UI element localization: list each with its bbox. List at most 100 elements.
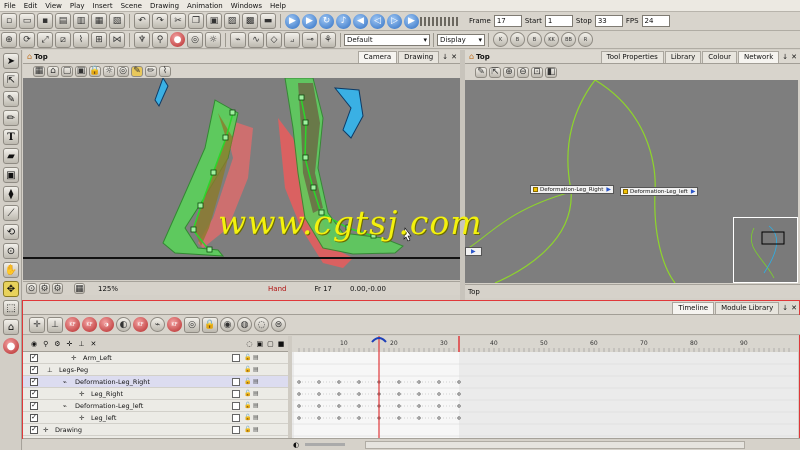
save-as-icon[interactable]: ▤ [55, 13, 71, 29]
layer-enable-checkbox[interactable]: ✓ [30, 425, 38, 434]
bend-icon[interactable]: ⟓ [284, 31, 300, 48]
collapse-icon[interactable]: ⊜ [271, 317, 286, 332]
menu-file[interactable]: File [0, 2, 20, 10]
motion-header-icon[interactable]: ⚙ [54, 340, 60, 348]
onion-icon[interactable]: ◎ [117, 65, 129, 77]
maintain-size-icon[interactable]: ⊞ [91, 31, 107, 48]
set-keyframe-icon[interactable]: KF [167, 317, 182, 332]
node-port-arrow-icon[interactable]: ▶ [606, 186, 611, 193]
layer-color-icon[interactable]: ▤ [253, 366, 259, 373]
menu-play[interactable]: Play [66, 2, 89, 10]
menu-drawing[interactable]: Drawing [146, 2, 183, 10]
lock-icon[interactable]: 🔓 [244, 426, 251, 433]
zoom-in-icon[interactable]: ⊕ [503, 66, 515, 78]
sound-icon[interactable]: ♪ [336, 13, 351, 29]
outline-header-icon[interactable]: ▢ [267, 340, 274, 348]
visibility-header-icon[interactable]: ◉ [31, 340, 37, 348]
redo-icon[interactable]: ↷ [152, 13, 168, 29]
link-header-icon[interactable]: ⚲ [43, 340, 48, 348]
deform-view-icon[interactable]: ⌇ [159, 65, 171, 77]
frame-view-icon[interactable]: ▦ [74, 283, 85, 294]
envelope-icon[interactable]: ◇ [266, 31, 282, 48]
library-icon[interactable]: ▧ [109, 13, 125, 29]
node-port-arrow-icon[interactable]: ▶ [471, 248, 476, 255]
stop-field[interactable]: 33 [594, 15, 623, 27]
layer-row[interactable]: ✓ ⌁ Deformation-Leg_Right 🔓 ▤ [23, 376, 288, 388]
ik-icon[interactable]: ⚲ [152, 31, 168, 48]
panel-splitter[interactable] [460, 50, 465, 300]
navigate-icon[interactable]: ⇱ [489, 66, 501, 78]
lock-header-icon[interactable]: ▣ [257, 340, 264, 348]
add-drawing-icon[interactable]: ✛ [29, 316, 45, 333]
lock-layer-icon[interactable]: 🔒 [202, 316, 218, 333]
export-icon[interactable]: ▦ [91, 13, 107, 29]
light-table-icon[interactable]: ☼ [205, 31, 221, 48]
reset-rotation-icon[interactable]: ⚙ [39, 283, 50, 294]
node-deformation-leg-right[interactable]: Deformation-Leg_Right ▶ [530, 185, 615, 194]
prev-frame-icon[interactable]: ◁ [370, 13, 385, 29]
paste-icon[interactable]: ▣ [206, 13, 222, 29]
play-selection-icon[interactable]: ▶ [302, 13, 317, 29]
skew-icon[interactable]: ⧄ [55, 31, 71, 48]
close-icon[interactable]: ✕ [451, 53, 457, 61]
layer-outline-checkbox[interactable] [232, 389, 240, 398]
pencil-preset-icon[interactable]: ✏ [145, 65, 157, 77]
spline-offset-icon[interactable]: ⌇ [73, 31, 89, 48]
speed-slider[interactable] [420, 15, 466, 27]
lock-icon[interactable]: 🔓 [244, 378, 251, 385]
peg-header-icon[interactable]: ⊥ [78, 340, 84, 348]
panel-menu-icon[interactable]: ↓ [442, 53, 448, 61]
zoom-tool-icon[interactable]: ⊙ [3, 243, 19, 259]
layer-enable-checkbox[interactable]: ✓ [30, 365, 38, 374]
tab-tool-properties[interactable]: Tool Properties [600, 50, 664, 63]
camera-viewport[interactable] [23, 78, 460, 280]
curve-icon[interactable]: ∿ [248, 31, 264, 48]
motion-keyframe-icon[interactable]: ◑ [99, 317, 114, 332]
camera-mask-icon[interactable]: ▢ [61, 65, 73, 77]
rotate-view-icon[interactable]: ⟲ [3, 224, 19, 240]
menu-insert[interactable]: Insert [89, 2, 117, 10]
display-select[interactable]: Display ▾ [437, 33, 485, 46]
copy-icon[interactable]: ❐ [188, 13, 204, 29]
reset-view-icon[interactable]: ⌂ [47, 65, 59, 77]
delete-icon[interactable]: ▨ [224, 13, 240, 29]
dropper-icon[interactable]: ⟋ [3, 205, 19, 221]
key-toggle-button[interactable]: K [493, 32, 508, 47]
zoom-slider-left[interactable]: ◐ [293, 441, 299, 449]
key-toggle-button[interactable]: KK [544, 32, 559, 47]
key-toggle-button[interactable]: R [578, 32, 593, 47]
layer-enable-checkbox[interactable]: ✓ [30, 389, 38, 398]
render-icon[interactable]: ▩ [242, 13, 258, 29]
color-header-icon[interactable]: ■ [278, 340, 285, 348]
import-icon[interactable]: ▥ [73, 13, 89, 29]
tab-timeline[interactable]: Timeline [672, 301, 715, 314]
key-toggle-button[interactable]: B [527, 32, 542, 47]
deform-icon[interactable]: ⌁ [230, 31, 246, 48]
onion-skin-icon[interactable]: ◎ [187, 31, 203, 48]
timeline-frames[interactable]: 10 20 30 40 50 60 70 80 90 [292, 336, 798, 438]
add-header-icon[interactable]: ✛ [67, 340, 73, 348]
add-peg-icon[interactable]: ⊥ [47, 316, 63, 333]
add-keyframe-icon[interactable]: KF [133, 317, 148, 332]
menu-edit[interactable]: Edit [20, 2, 42, 10]
first-frame-icon[interactable]: ◀ [353, 13, 368, 29]
network-viewport[interactable]: Deformation-Leg_Right ▶ Deformation-Leg_l… [465, 80, 798, 283]
panel-menu-icon[interactable]: ↓ [782, 304, 788, 312]
cut-icon[interactable]: ✂ [170, 13, 186, 29]
tab-library[interactable]: Library [664, 50, 702, 63]
deform-show-icon[interactable]: ⚘ [320, 31, 336, 48]
node-partial[interactable]: ▶ [465, 247, 482, 256]
key-toggle-button[interactable]: B [510, 32, 525, 47]
brush-preset-icon[interactable]: ✎ [131, 65, 143, 77]
close-icon[interactable]: ✕ [791, 304, 797, 312]
menu-scene[interactable]: Scene [117, 2, 146, 10]
tab-drawing[interactable]: Drawing [398, 50, 440, 63]
layer-color-icon[interactable]: ▤ [253, 378, 259, 385]
layer-color-icon[interactable]: ▤ [253, 426, 259, 433]
game-bone-icon[interactable]: ⊸ [302, 31, 318, 48]
contour-editor-icon[interactable]: ⇱ [3, 72, 19, 88]
tab-camera[interactable]: Camera [357, 50, 398, 63]
morph-icon[interactable]: ⋈ [109, 31, 125, 48]
layer-enable-checkbox[interactable]: ✓ [30, 413, 38, 422]
show-all-icon[interactable]: ◉ [220, 317, 235, 332]
